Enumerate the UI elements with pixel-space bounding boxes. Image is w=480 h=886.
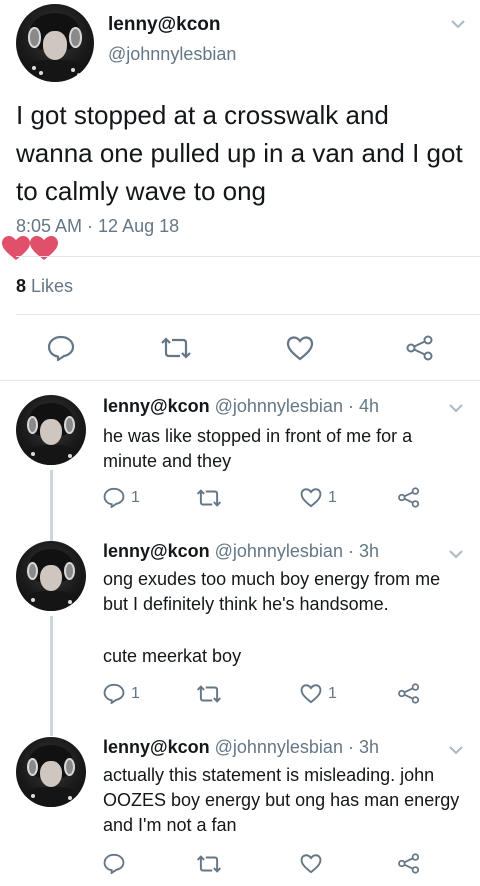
retweet-icon — [196, 489, 222, 507]
retweet-button[interactable] — [196, 854, 222, 874]
reply-author-name[interactable]: lenny@kcon — [103, 541, 210, 561]
retweet-button[interactable] — [196, 488, 222, 508]
separator-dot: · — [342, 396, 359, 416]
retweet-button[interactable] — [160, 336, 192, 360]
reply-time[interactable]: 3h — [359, 541, 379, 561]
chevron-down-icon[interactable] — [448, 744, 464, 756]
heart-icon — [286, 336, 314, 361]
reply-author-handle[interactable]: @johnnylesbian — [215, 737, 343, 757]
reply-header: lenny@kcon @johnnylesbian · 4h — [103, 396, 379, 417]
reply-button[interactable]: 1 — [103, 683, 140, 704]
divider — [16, 256, 480, 257]
reply-icon — [103, 487, 125, 508]
thread-connector — [50, 616, 53, 736]
like-count: 1 — [328, 684, 337, 702]
divider — [16, 314, 480, 315]
likes-stat[interactable]: 8 Likes — [16, 276, 73, 297]
separator-dot: · — [342, 737, 359, 757]
reply-author-name[interactable]: lenny@kcon — [103, 396, 210, 416]
reply-icon — [103, 683, 125, 704]
heart-icon — [300, 854, 322, 874]
share-icon — [398, 487, 420, 508]
divider — [0, 380, 480, 381]
heart-icon — [300, 488, 322, 508]
retweet-button[interactable] — [196, 684, 222, 704]
like-count: 1 — [328, 488, 337, 506]
share-button[interactable] — [397, 487, 421, 508]
reply-time[interactable]: 3h — [359, 737, 379, 757]
retweet-icon — [196, 855, 222, 873]
heart-sticker-icon — [2, 236, 58, 260]
share-icon — [398, 683, 420, 704]
main-author-handle[interactable]: @johnnylesbian — [108, 44, 236, 65]
reply-author-handle[interactable]: @johnnylesbian — [215, 396, 343, 416]
reply-avatar[interactable] — [16, 737, 86, 807]
reply-text: he was like stopped in front of me for a… — [103, 426, 413, 471]
reply-avatar[interactable] — [16, 541, 86, 611]
share-button[interactable] — [397, 683, 421, 704]
chevron-down-icon[interactable] — [448, 548, 464, 560]
separator-dot: · — [342, 541, 359, 561]
reply-button[interactable] — [103, 853, 125, 874]
likes-label: Likes — [31, 276, 74, 296]
reply-button[interactable] — [47, 335, 75, 361]
share-icon — [398, 853, 420, 874]
reply-count: 1 — [131, 684, 140, 702]
reply-text-continued: cute meerkat boy — [103, 646, 242, 666]
reply-count: 1 — [131, 488, 140, 506]
reply-text: ong exudes too much boy energy from me b… — [103, 569, 441, 614]
retweet-icon — [196, 685, 222, 703]
retweet-icon — [161, 337, 191, 359]
likes-count: 8 — [16, 276, 27, 296]
reply-header: lenny@kcon @johnnylesbian · 3h — [103, 737, 379, 758]
reply-button[interactable]: 1 — [103, 487, 140, 508]
reply-avatar[interactable] — [16, 395, 86, 465]
like-button[interactable]: 1 — [300, 487, 337, 508]
like-button[interactable]: 1 — [300, 683, 337, 704]
thread-connector — [50, 470, 53, 542]
main-avatar[interactable] — [16, 4, 94, 82]
reply-icon — [47, 335, 75, 361]
main-tweet-timestamp[interactable]: 8:05 AM · 12 Aug 18 — [16, 216, 179, 237]
reply-header: lenny@kcon @johnnylesbian · 3h — [103, 541, 379, 562]
share-icon — [406, 335, 433, 361]
main-tweet-text: I got stopped at a crosswalk and wanna o… — [16, 100, 463, 206]
heart-icon — [300, 684, 322, 704]
like-button[interactable] — [286, 335, 314, 361]
chevron-down-icon[interactable] — [448, 402, 464, 414]
main-author-name[interactable]: lenny@kcon — [108, 14, 221, 36]
reply-author-handle[interactable]: @johnnylesbian — [215, 541, 343, 561]
chevron-down-icon[interactable] — [450, 18, 466, 30]
reply-time[interactable]: 4h — [359, 396, 379, 416]
share-button[interactable] — [397, 853, 421, 874]
reply-text: actually this statement is misleading. j… — [103, 765, 460, 835]
reply-icon — [103, 853, 125, 874]
reply-author-name[interactable]: lenny@kcon — [103, 737, 210, 757]
like-button[interactable] — [300, 853, 322, 874]
share-button[interactable] — [405, 335, 435, 361]
